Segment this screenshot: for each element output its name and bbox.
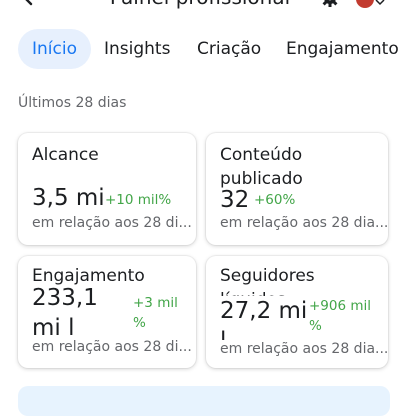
card-value: 233,1 mi l	[32, 283, 132, 339]
card-delta: +3 mil %	[133, 293, 183, 333]
card-delta: +10 mil%	[105, 190, 171, 210]
tab-bar: Início Insights Criação Engajamento	[0, 29, 400, 69]
tab-insights[interactable]: Insights	[104, 29, 170, 69]
card-value: 3,5 mi	[32, 183, 105, 213]
tab-criacao[interactable]: Criação	[197, 29, 261, 69]
card-value: 27,2 mi l	[220, 296, 310, 340]
metric-card-conteudo-publicado[interactable]: Conteúdo publicado 32 +60% em relação ao…	[206, 133, 388, 245]
card-title: Seguidores líquidos	[220, 264, 330, 300]
chevron-down-icon[interactable]	[375, 0, 385, 6]
tab-engajamento[interactable]: Engajamento	[286, 29, 399, 69]
card-note: em relação aos 28 dia...	[220, 340, 388, 358]
card-delta: +906 mil %	[309, 296, 379, 336]
tab-inicio[interactable]: Início	[18, 29, 91, 69]
card-delta: +60%	[254, 190, 295, 210]
page-title: Painel profissional	[0, 0, 400, 9]
card-note: em relação aos 28 dia...	[220, 214, 388, 232]
bottom-banner[interactable]	[18, 386, 390, 416]
period-label: Últimos 28 dias	[18, 95, 126, 111]
metric-card-alcance[interactable]: Alcance 3,5 mi +10 mil% em relação aos 2…	[18, 133, 196, 245]
top-bar: Painel profissional	[0, 0, 400, 14]
gear-icon[interactable]	[320, 0, 340, 8]
card-value: 32	[220, 185, 249, 215]
card-note: em relação aos 28 di...	[32, 338, 192, 356]
card-title: Alcance	[32, 143, 99, 167]
card-title: Conteúdo publicado	[220, 143, 320, 191]
card-note: em relação aos 28 di...	[32, 214, 192, 232]
metric-card-engajamento[interactable]: Engajamento 233,1 mi l +3 mil % em relaç…	[18, 256, 196, 368]
metric-card-seguidores[interactable]: Seguidores líquidos 27,2 mi l +906 mil %…	[206, 256, 388, 368]
